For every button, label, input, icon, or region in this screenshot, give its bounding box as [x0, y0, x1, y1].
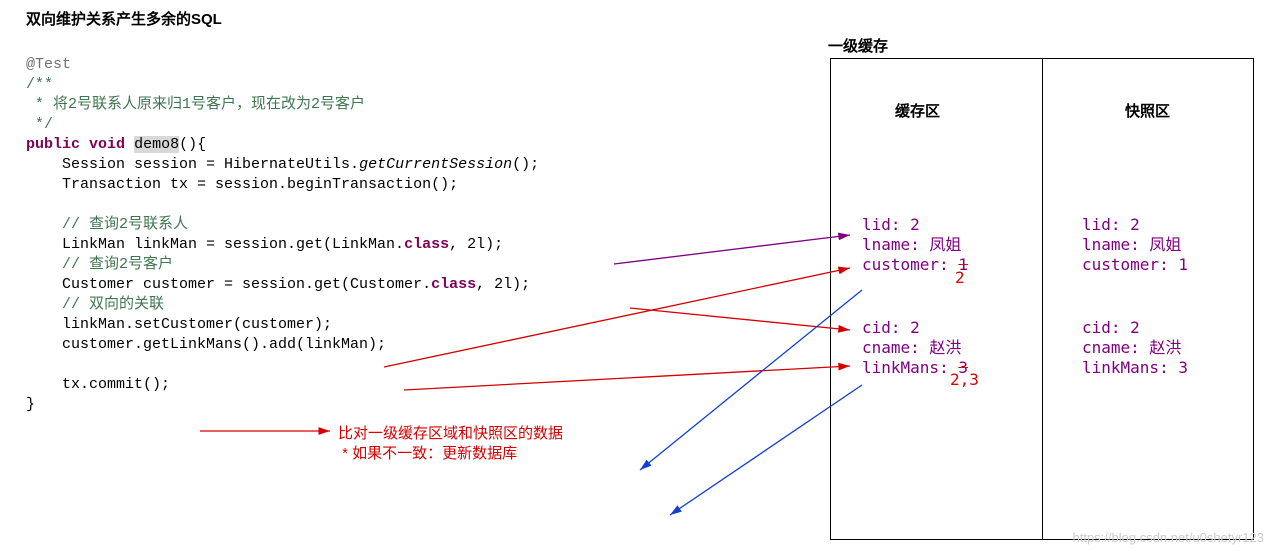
snap-customer: customer: 1 [1082, 255, 1188, 274]
comment-bidirectional: // 双向的关联 [26, 296, 164, 313]
snap-lid: lid: 2 [1082, 215, 1140, 234]
watermark: https://blog.csdn.net/u0shetyr123 [1072, 530, 1264, 545]
snapshot-linkman-block: lid: 2 lname: 凤姐 customer: 1 [1082, 215, 1188, 275]
snap-linkmans: linkMans: 3 [1082, 358, 1188, 377]
arrow-customer-to-cache [630, 308, 850, 330]
arrow-blue-from-cache1 [640, 290, 862, 470]
annotation-test: @Test [26, 56, 71, 73]
code-brace-close: } [26, 396, 35, 413]
snap-cid: cid: 2 [1082, 318, 1140, 337]
javadoc-open: /** [26, 76, 53, 93]
snap-lname: lname: 凤姐 [1082, 235, 1181, 254]
cache-customer-new: 2 [955, 268, 965, 287]
keyword-public: public [26, 136, 80, 153]
code-line-linkman-end: , 2l); [449, 236, 503, 253]
cache-cname: cname: 赵洪 [862, 338, 961, 357]
cache-cid: cid: 2 [862, 318, 920, 337]
column-header-snapshot: 快照区 [1125, 100, 1170, 121]
javadoc-line: * 将2号联系人原来归1号客户，现在改为2号客户 [26, 96, 365, 113]
cache-lid: lid: 2 [862, 215, 920, 234]
code-line-linkman: LinkMan linkMan = session.get(LinkMan. [26, 236, 404, 253]
snapshot-customer-block: cid: 2 cname: 赵洪 linkMans: 3 [1082, 318, 1188, 378]
code-line-commit: tx.commit(); [26, 376, 170, 393]
cache-customer-block: cid: 2 cname: 赵洪 linkMans: 3 [862, 318, 968, 378]
cache-lname: lname: 凤姐 [862, 235, 961, 254]
keyword-class-1: class [404, 236, 449, 253]
keyword-void: void [89, 136, 125, 153]
code-line-tx: Transaction tx = session.beginTransactio… [26, 176, 458, 193]
red-note-line2: * 如果不一致：更新数据库 [338, 445, 517, 462]
cache-customer-label: customer: [862, 255, 958, 274]
code-line-customer: Customer customer = session.get(Customer… [26, 276, 431, 293]
code-line-customer-end: , 2l); [476, 276, 530, 293]
cache-linkmans-new: 2,3 [950, 370, 979, 389]
snap-cname: cname: 赵洪 [1082, 338, 1181, 357]
column-header-cache: 缓存区 [895, 100, 940, 121]
code-line-session-end: (); [512, 156, 539, 173]
red-note-line1: 比对一级缓存区域和快照区的数据 [338, 425, 563, 442]
red-compare-note: 比对一级缓存区域和快照区的数据 * 如果不一致：更新数据库 [338, 424, 563, 464]
code-line-setcustomer: linkMan.setCustomer(customer); [26, 316, 332, 333]
arrow-linkman-to-cache [614, 235, 850, 264]
column-separator [1042, 58, 1043, 540]
javadoc-close: */ [26, 116, 53, 133]
comment-query-linkman: // 查询2号联系人 [26, 216, 188, 233]
page-title: 双向维护关系产生多余的SQL [26, 8, 222, 29]
cache-linkman-block: lid: 2 lname: 凤姐 customer: 1 [862, 215, 968, 275]
code-italic-method: getCurrentSession [359, 156, 512, 173]
diagram-title: 一级缓存 [828, 35, 888, 56]
code-block: @Test /** * 将2号联系人原来归1号客户，现在改为2号客户 */ pu… [26, 55, 539, 415]
cache-linkmans-label: linkMans: [862, 358, 958, 377]
code-line-addlinkman: customer.getLinkMans().add(linkMan); [26, 336, 386, 353]
method-name: demo8 [134, 136, 179, 153]
comment-query-customer: // 查询2号客户 [26, 256, 173, 273]
keyword-class-2: class [431, 276, 476, 293]
code-line-session: Session session = HibernateUtils. [26, 156, 359, 173]
